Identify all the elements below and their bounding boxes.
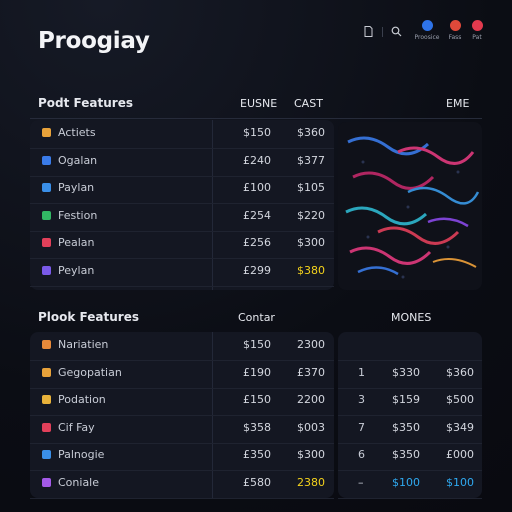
row-value-2: $300 <box>297 236 325 249</box>
row-value-1: £256 <box>243 236 271 249</box>
row-icon <box>42 128 51 137</box>
row-icon <box>42 367 51 377</box>
side-table-row[interactable] <box>338 332 482 361</box>
side-row-value-1: $100 <box>392 475 420 489</box>
row-label: Cif Fay <box>58 420 95 434</box>
side-row-index: 3 <box>358 393 365 406</box>
section1-col2-header: CAST <box>294 97 323 110</box>
row-icon <box>42 238 51 247</box>
row-value-1: $358 <box>243 420 271 434</box>
row-value-2: £370 <box>297 365 325 379</box>
side-table-row[interactable]: 6 $350 £000 <box>338 442 482 471</box>
side-row-index: 1 <box>358 365 365 379</box>
row-value-2: $300 <box>297 448 325 461</box>
table-row[interactable]: Peylan £299 $380 <box>30 258 334 287</box>
row-value-2: $380 <box>297 263 325 277</box>
row-value-2: $377 <box>297 153 325 167</box>
row-value-1: £299 <box>243 263 271 277</box>
table-row[interactable]: Festion £254 $220 <box>30 203 334 232</box>
row-value-1: £240 <box>243 153 271 167</box>
abstract-preview-image <box>338 122 482 290</box>
section1-title: Podt Features <box>38 96 133 110</box>
app-title: Proogiay <box>38 28 150 54</box>
row-value-1: £580 <box>243 475 271 489</box>
row-value-1: $150 <box>243 338 271 351</box>
side-row-index: – <box>358 475 364 489</box>
table-row[interactable]: Podation £150 2200 <box>30 387 334 416</box>
section2-title: Plook Features <box>38 310 139 324</box>
avatar <box>471 20 483 31</box>
row-value-2: 2200 <box>297 393 325 406</box>
row-value-1: £254 <box>243 208 271 222</box>
toolbar-divider <box>382 27 383 37</box>
side-row-value-2: $100 <box>446 475 474 489</box>
table-row[interactable]: Ogalan £240 $377 <box>30 148 334 177</box>
side-row-index: 7 <box>358 420 365 434</box>
section1-col1-header: EUSNE <box>240 97 278 110</box>
side-table-row[interactable]: 1 $330 $360 <box>338 360 482 389</box>
row-icon <box>42 477 51 487</box>
avatar-label: Pat <box>472 34 482 41</box>
table-row[interactable]: Cif Fay $358 $003 <box>30 415 334 444</box>
row-label: Festion <box>58 208 98 222</box>
search-icon[interactable] <box>391 26 402 40</box>
side-row-value-1: $350 <box>392 448 420 461</box>
section2-col1-header: Contar <box>238 311 275 324</box>
side-row-value-1: $159 <box>392 393 420 406</box>
avatar-3[interactable]: Pat <box>459 20 495 41</box>
row-icon <box>42 155 51 165</box>
side-table-row[interactable]: 7 $350 $349 <box>338 415 482 444</box>
document-icon[interactable] <box>364 26 373 40</box>
row-label: Palnogie <box>58 448 105 461</box>
side-row-value-1: $350 <box>392 420 420 434</box>
row-value-1: £150 <box>243 393 271 406</box>
table-row[interactable]: Palnogie £350 $300 <box>30 442 334 471</box>
row-icon <box>42 422 51 432</box>
row-icon <box>42 340 51 349</box>
row-icon <box>42 395 51 404</box>
row-icon <box>42 450 51 459</box>
side-table-row[interactable]: – $100 $100 <box>338 470 482 499</box>
side-row-index: 6 <box>358 448 365 461</box>
row-label: Paylan <box>58 181 95 194</box>
table-row[interactable]: Nariatien $150 2300 <box>30 332 334 361</box>
row-icon <box>42 183 51 192</box>
row-label: Coniale <box>58 475 100 489</box>
table-row[interactable]: Paylan £100 $105 <box>30 175 334 204</box>
section1-side-header: EME <box>446 97 470 110</box>
section1-divider <box>30 118 482 119</box>
row-label: Actiets <box>58 126 96 139</box>
row-icon <box>42 210 51 220</box>
table-row[interactable]: Pealan £256 $300 <box>30 230 334 259</box>
row-label: Nariatien <box>58 338 109 351</box>
row-value-2: $220 <box>297 208 325 222</box>
side-row-value-2: $500 <box>446 393 474 406</box>
row-value-2: $105 <box>297 181 325 194</box>
row-value-2: $003 <box>297 420 325 434</box>
row-label: Peylan <box>58 263 95 277</box>
section2-side-header: MONES <box>391 311 432 324</box>
row-value-1: £190 <box>243 365 271 379</box>
preview-image-panel <box>338 122 482 290</box>
row-label: Ogalan <box>58 153 98 167</box>
side-row-value-2: £000 <box>446 448 474 461</box>
table-row[interactable]: Gegopatian £190 £370 <box>30 360 334 389</box>
row-icon <box>42 265 51 275</box>
side-table-row[interactable]: 3 $159 $500 <box>338 387 482 416</box>
side-row-value-2: $349 <box>446 420 474 434</box>
table-row[interactable]: Coniale £580 2380 <box>30 470 334 499</box>
side-row-value-1: $330 <box>392 365 420 379</box>
row-value-1: £350 <box>243 448 271 461</box>
row-value-2: 2300 <box>297 338 325 351</box>
row-label: Pealan <box>58 236 95 249</box>
row-value-1: $150 <box>243 126 271 139</box>
side-row-value-2: $360 <box>446 365 474 379</box>
table-row[interactable]: Actiets $150 $360 <box>30 120 334 149</box>
row-label: Gegopatian <box>58 365 122 379</box>
row-value-2: $360 <box>297 126 325 139</box>
row-label: Podation <box>58 393 106 406</box>
row-value-2: 2380 <box>297 475 325 489</box>
row-value-1: £100 <box>243 181 271 194</box>
avatar <box>421 20 433 31</box>
